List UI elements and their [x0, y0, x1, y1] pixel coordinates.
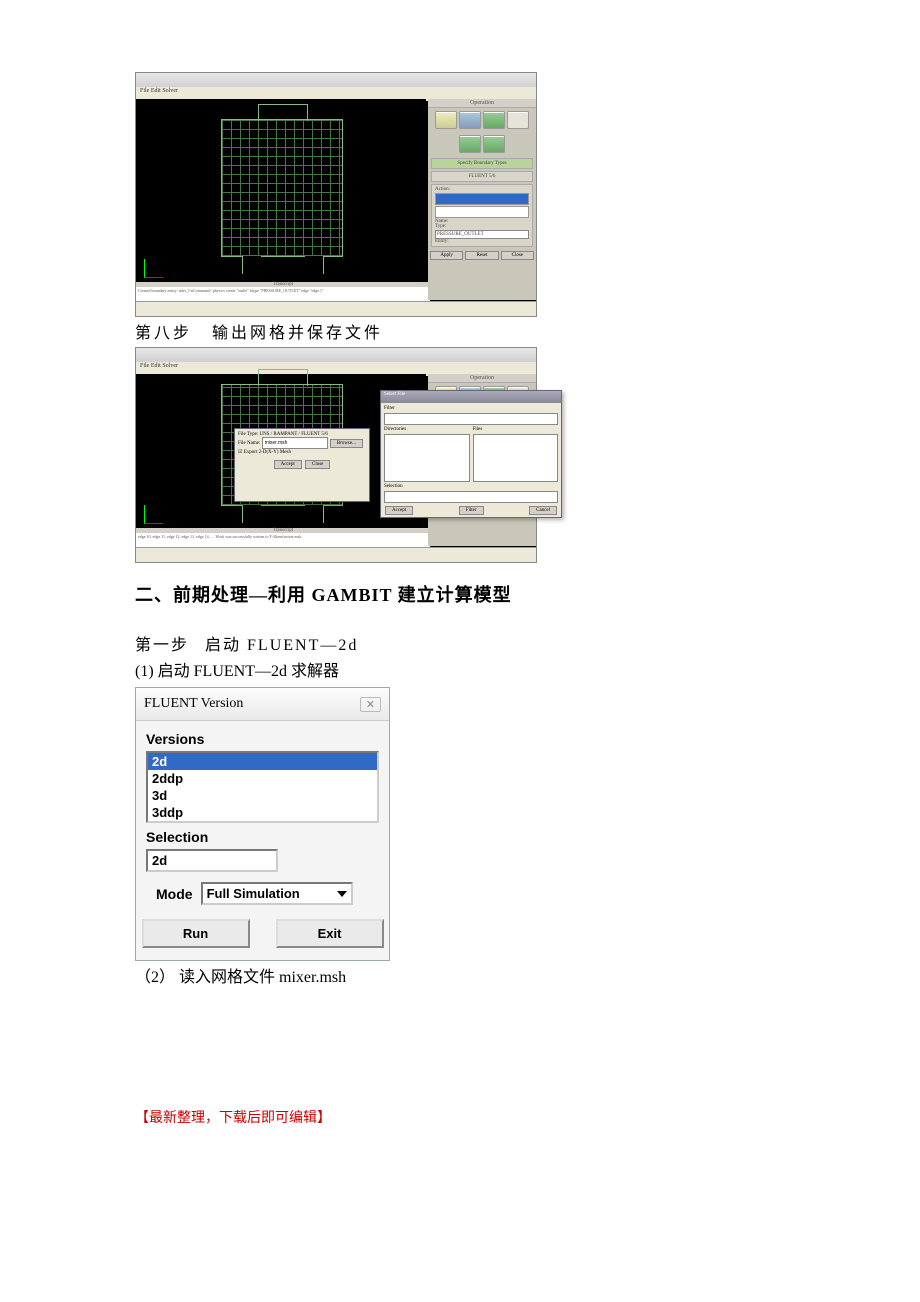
footer-note: 【最新整理，下载后即可编辑】	[135, 1107, 785, 1127]
versions-label: Versions	[146, 731, 379, 747]
mesh-icon	[459, 111, 481, 129]
substep-2: （2） 读入网格文件 mixer.msh	[135, 963, 785, 987]
step-1-heading: 第一步启动 FLUENT—2d	[135, 631, 785, 655]
gambit-screenshot-1: File Edit Solver Transcript Created boun…	[135, 72, 537, 317]
selection-label: Selection	[146, 829, 379, 845]
accept-button: Accept	[274, 460, 302, 469]
transcript: Transcript Created boundary entity: inle…	[136, 282, 430, 302]
mode-select[interactable]: Full Simulation	[201, 882, 353, 905]
reset-button: Reset	[465, 251, 498, 260]
close-button: Close	[305, 460, 330, 469]
dialog-title: FLUENT Version	[144, 696, 243, 712]
exit-button[interactable]: Exit	[276, 919, 384, 948]
axis-icon	[144, 259, 163, 278]
transcript: Transcript edge 10, edge 11, edge 12, ed…	[136, 528, 430, 548]
gambit-screenshot-2: File Edit Solver Transcript edge 10, edg…	[135, 347, 537, 563]
close-button: Close	[501, 251, 534, 260]
geom-icon	[435, 111, 457, 129]
gambit-viewport	[136, 99, 426, 286]
zones-icon	[483, 111, 505, 129]
export-dialog: File Type: UNS / RAMPANT / FLUENT 5/6 Fi…	[234, 428, 370, 502]
file-browser-dialog: Select File Filter Directories Files Sel…	[380, 390, 562, 518]
bc-icon	[459, 135, 481, 153]
mode-label: Mode	[156, 886, 193, 902]
axis-icon	[144, 505, 163, 524]
run-button[interactable]: Run	[142, 919, 250, 948]
version-option-2ddp[interactable]: 2ddp	[148, 770, 377, 787]
version-option-2d[interactable]: 2d	[148, 753, 377, 770]
caption-step8: 第八步输出网格并保存文件	[135, 319, 785, 343]
tools-icon	[507, 111, 529, 129]
gambit-sidebar: Operation Specify Boundary Types FLUENT …	[428, 99, 536, 300]
version-option-3ddp[interactable]: 3ddp	[148, 804, 377, 821]
version-option-3d[interactable]: 3d	[148, 787, 377, 804]
versions-listbox[interactable]: 2d 2ddp 3d 3ddp	[146, 751, 379, 823]
selection-input[interactable]: 2d	[146, 849, 278, 872]
substep-1: (1) 启动 FLUENT—2d 求解器	[135, 657, 785, 681]
fluent-version-dialog: FLUENT Version ✕ Versions 2d 2ddp 3d 3dd…	[135, 687, 390, 961]
ct-icon	[483, 135, 505, 153]
apply-button: Apply	[430, 251, 463, 260]
section-heading-2: 二、前期处理—利用 GAMBIT 建立计算模型	[135, 581, 785, 607]
chevron-down-icon	[337, 891, 347, 897]
close-icon[interactable]: ✕	[360, 697, 381, 712]
